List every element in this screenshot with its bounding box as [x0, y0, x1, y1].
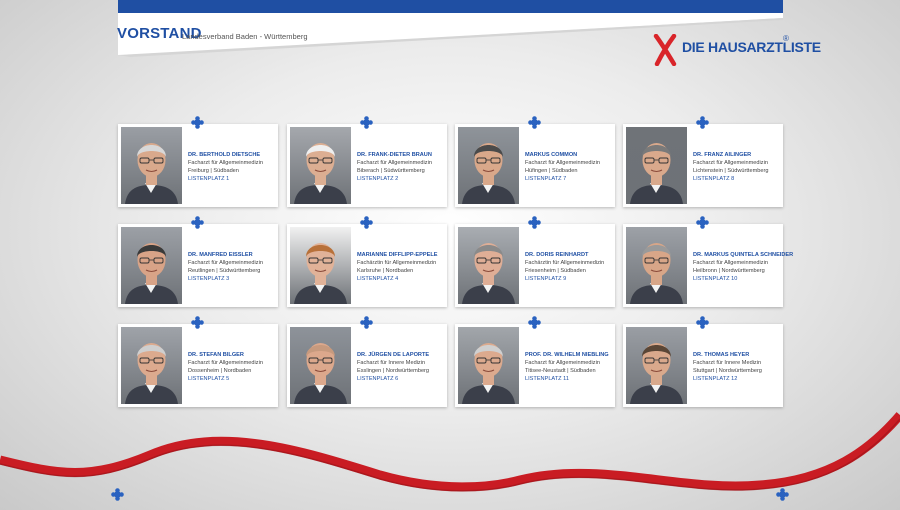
member-location: Freiburg | Südbaden — [188, 168, 239, 174]
list-position: LISTENPLATZ 3 — [188, 276, 230, 282]
member-location: Heilbronn | Nordwürttemberg — [693, 268, 765, 274]
member-info: DR. THOMAS HEYER Facharzt für Innere Medi… — [693, 351, 781, 383]
member-specialty: Facharzt für Allgemeinmedizin — [357, 160, 432, 166]
list-position: LISTENPLATZ 4 — [357, 276, 399, 282]
member-specialty: Facharzt für Innere Medizin — [357, 360, 426, 366]
list-position: LISTENPLATZ 2 — [357, 176, 399, 182]
cross-icon — [191, 216, 204, 229]
member-name: DR. JÜRGEN DE LAPORTE — [357, 352, 430, 358]
member-name: MARIANNE DIFFLIPP-EPPELE — [357, 252, 438, 258]
member-info: DR. BERTHOLD DIETSCHE Facharzt für Allgem… — [188, 151, 276, 183]
member-info: DR. MANFRED EISSLER Facharzt für Allgemei… — [188, 251, 276, 283]
member-specialty: Facharzt für Innere Medizin — [693, 360, 762, 366]
portrait-photo — [121, 127, 182, 204]
list-position: LISTENPLATZ 8 — [693, 176, 735, 182]
portrait-photo — [626, 127, 687, 204]
member-name: DR. THOMAS HEYER — [693, 352, 750, 358]
member-location: Titisee-Neustadt | Südbaden — [525, 368, 596, 374]
member-location: Friesenheim | Südbaden — [525, 268, 586, 274]
cross-icon — [696, 216, 709, 229]
member-location: Lichtenstein | Südwürttemberg — [693, 168, 769, 174]
member-location: Stuttgart | Nordwürttemberg — [693, 368, 762, 374]
cross-icon — [528, 316, 541, 329]
member-location: Esslingen | Nordwürttemberg — [357, 368, 430, 374]
member-specialty: Fachärztin für Allgemeinmedizin — [525, 260, 605, 266]
member-specialty: Facharzt für Allgemeinmedizin — [693, 260, 768, 266]
member-name: PROF. DR. WILHELM NIEBLING — [525, 352, 609, 358]
cross-icon — [360, 216, 373, 229]
member-specialty: Fachärztin für Allgemeinmedizin — [357, 260, 437, 266]
logo-text: DIE HAUSARZTLISTE — [682, 39, 821, 55]
member-name: MARKUS COMMON — [525, 152, 578, 158]
member-info: MARKUS COMMON Facharzt für Allgemeinmediz… — [525, 151, 613, 183]
member-info: DR. FRANK-DIETER BRAUN Facharzt für Allge… — [357, 151, 445, 183]
member-card: DR. DORIS REINHARDT Fachärztin für Allgem… — [455, 224, 615, 307]
member-specialty: Facharzt für Allgemeinmedizin — [693, 160, 768, 166]
member-specialty: Facharzt für Allgemeinmedizin — [525, 360, 600, 366]
cross-icon — [360, 116, 373, 129]
member-info: DR. JÜRGEN DE LAPORTE Facharzt für Innere… — [357, 351, 445, 383]
member-info: PROF. DR. WILHELM NIEBLING Facharzt für A… — [525, 351, 613, 383]
member-specialty: Facharzt für Allgemeinmedizin — [188, 160, 263, 166]
red-x-icon — [653, 34, 677, 66]
member-card: DR. MARKUS QUINTELA SCHNEIDER Facharzt fü… — [623, 224, 794, 307]
hausarztliste-logo: DIE HAUSARZTLISTE ® — [652, 34, 821, 68]
member-info: DR. DORIS REINHARDT Fachärztin für Allgem… — [525, 251, 613, 283]
member-specialty: Facharzt für Allgemeinmedizin — [188, 260, 263, 266]
cross-icon — [776, 488, 789, 501]
cross-icon — [528, 216, 541, 229]
member-specialty: Facharzt für Allgemeinmedizin — [525, 160, 600, 166]
member-card: DR. FRANZ AILINGER Facharzt für Allgemein… — [623, 124, 783, 207]
member-info: DR. STEFAN BILGER Facharzt für Allgemeinm… — [188, 351, 276, 383]
list-position: LISTENPLATZ 1 — [188, 176, 230, 182]
portrait-photo — [458, 227, 519, 304]
cross-icon — [696, 316, 709, 329]
member-card: DR. BERTHOLD DIETSCHE Facharzt für Allgem… — [118, 124, 278, 207]
member-specialty: Facharzt für Allgemeinmedizin — [188, 360, 263, 366]
member-location: Reutlingen | Südwürttemberg — [188, 268, 261, 274]
member-info: DR. FRANZ AILINGER Facharzt für Allgemein… — [693, 151, 781, 183]
member-info: MARIANNE DIFFLIPP-EPPELE Fachärztin für A… — [357, 251, 445, 283]
member-card: MARIANNE DIFFLIPP-EPPELE Fachärztin für A… — [287, 224, 447, 307]
member-name: DR. STEFAN BILGER — [188, 352, 244, 358]
member-name: DR. DORIS REINHARDT — [525, 252, 589, 258]
member-name: DR. FRANZ AILINGER — [693, 152, 752, 158]
cross-icon — [360, 316, 373, 329]
list-position: LISTENPLATZ 7 — [525, 176, 567, 182]
header-top-band — [118, 0, 783, 13]
member-location: Hüfingen | Südbaden — [525, 168, 578, 174]
portrait-photo — [458, 127, 519, 204]
member-info: DR. MARKUS QUINTELA SCHNEIDER Facharzt fü… — [693, 251, 794, 283]
list-position: LISTENPLATZ 10 — [693, 276, 738, 282]
cross-icon — [191, 116, 204, 129]
member-location: Dossenheim | Nordbaden — [188, 368, 252, 374]
cross-icon — [191, 316, 204, 329]
member-card: DR. FRANK-DIETER BRAUN Facharzt für Allge… — [287, 124, 447, 207]
member-name: DR. BERTHOLD DIETSCHE — [188, 152, 261, 158]
member-name: DR. MANFRED EISSLER — [188, 252, 253, 258]
red-wave-decoration — [0, 412, 900, 492]
member-location: Karlsruhe | Nordbaden — [357, 268, 414, 274]
member-location: Biberach | Südwürttemberg — [357, 168, 425, 174]
member-name: DR. MARKUS QUINTELA SCHNEIDER — [693, 252, 794, 258]
cross-icon — [696, 116, 709, 129]
portrait-photo — [121, 227, 182, 304]
member-name: DR. FRANK-DIETER BRAUN — [357, 152, 432, 158]
portrait-photo — [626, 227, 687, 304]
page-subtitle: Landesverband Baden - Württemberg — [182, 32, 308, 41]
cross-icon — [111, 488, 124, 501]
registered-mark: ® — [783, 34, 789, 43]
cross-icon — [528, 116, 541, 129]
member-card: MARKUS COMMON Facharzt für Allgemeinmediz… — [455, 124, 615, 207]
member-card: DR. MANFRED EISSLER Facharzt für Allgemei… — [118, 224, 278, 307]
list-position: LISTENPLATZ 9 — [525, 276, 567, 282]
portrait-photo — [290, 227, 351, 304]
portrait-photo — [290, 127, 351, 204]
